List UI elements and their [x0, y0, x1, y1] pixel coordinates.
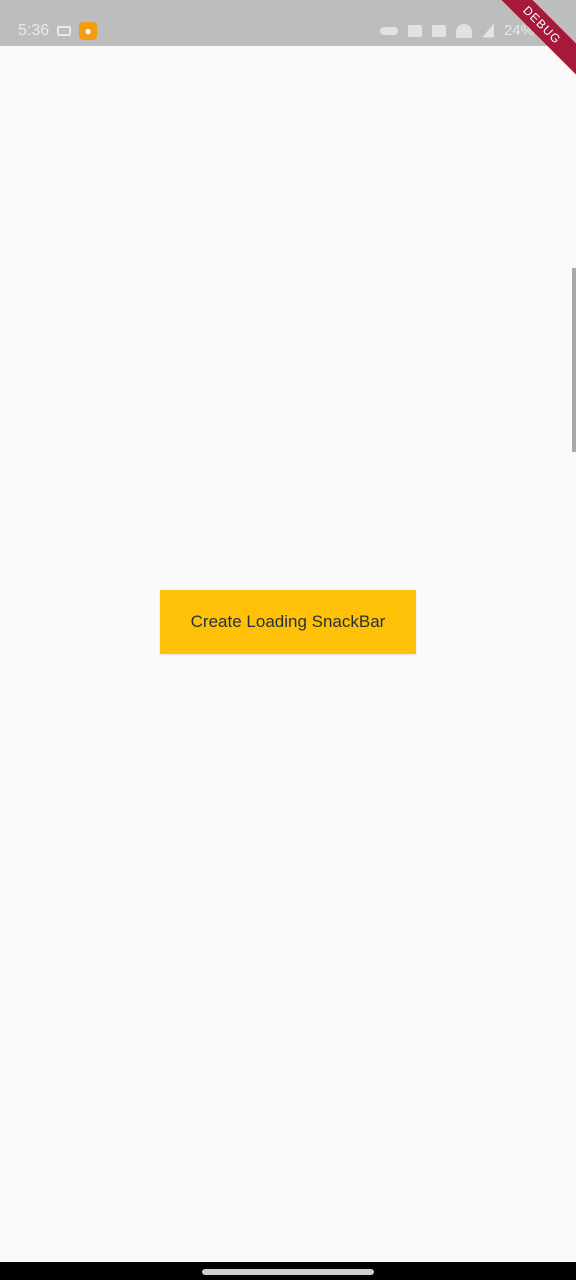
status-left: 5:36 ● [18, 22, 98, 40]
scroll-indicator[interactable] [572, 268, 576, 452]
navigation-bar [0, 1262, 576, 1280]
signal-icon [481, 23, 494, 38]
status-right: 24% [379, 22, 534, 39]
app-icon: ● [79, 22, 98, 40]
debug-banner: DEBUG [477, 0, 576, 90]
status-bar: 5:36 ● 24% DEBUG [0, 0, 576, 90]
vibrate-icon [431, 24, 446, 37]
create-loading-snackbar-button[interactable]: Create Loading SnackBar [160, 590, 416, 654]
wifi-icon [455, 23, 472, 38]
key-icon [379, 26, 398, 35]
status-time: 5:36 [18, 22, 50, 39]
notification-icon [57, 26, 72, 36]
home-indicator[interactable] [202, 1269, 374, 1275]
card-icon [407, 24, 422, 37]
